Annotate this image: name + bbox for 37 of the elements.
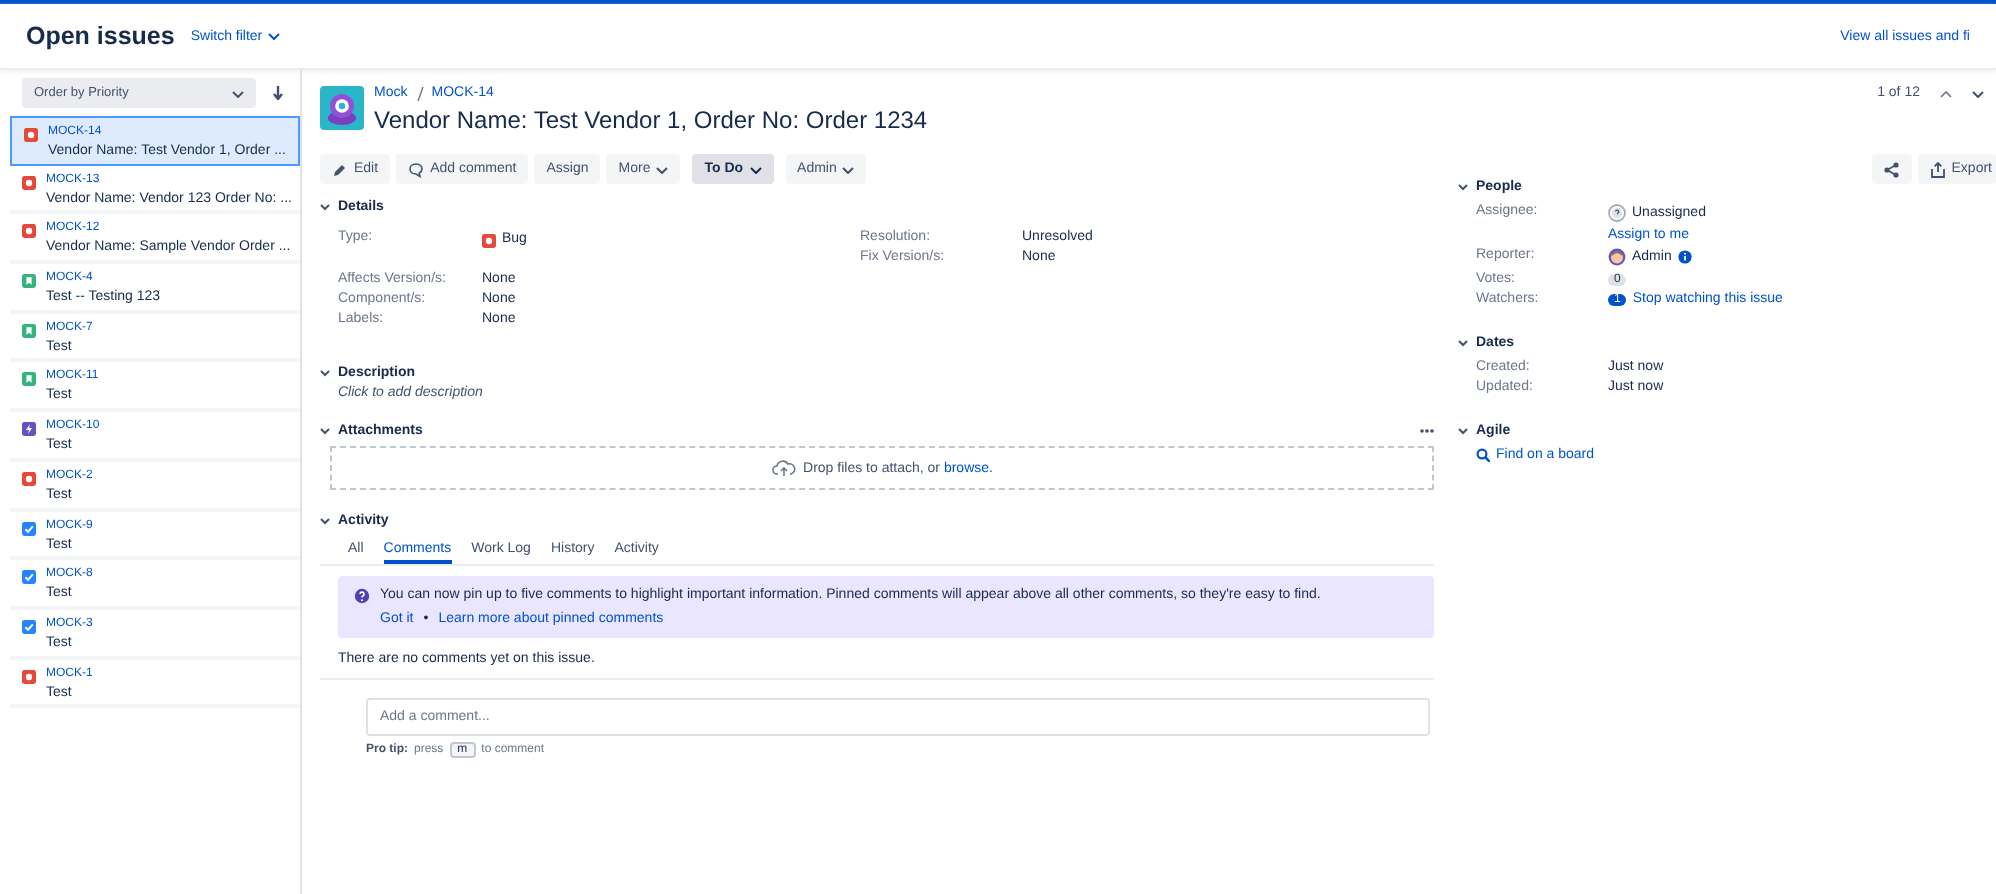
checkmark-icon bbox=[22, 570, 36, 585]
checkmark-icon bbox=[22, 619, 36, 634]
checkmark-icon bbox=[22, 521, 36, 535]
sort-arrow-icon bbox=[272, 86, 284, 100]
speech-bubble-icon bbox=[408, 161, 425, 177]
caret-icon bbox=[842, 165, 855, 173]
caret-icon bbox=[749, 165, 762, 173]
bug-icon bbox=[482, 234, 496, 248]
more-options-icon bbox=[1420, 427, 1434, 433]
share-button[interactable] bbox=[1871, 154, 1912, 184]
search-icon bbox=[1476, 448, 1490, 462]
pencil-icon bbox=[332, 161, 348, 177]
lightning-icon bbox=[22, 422, 36, 437]
bug-icon bbox=[22, 224, 36, 239]
info-icon bbox=[1677, 250, 1692, 264]
export-icon bbox=[1929, 161, 1946, 177]
bookmark-icon bbox=[22, 274, 36, 289]
next-icon bbox=[1972, 89, 1984, 97]
issue-title: Vendor Name: Test Vendor 1, Order No: Order 1234 bbox=[374, 106, 928, 134]
caret-icon bbox=[232, 89, 244, 97]
bug-icon bbox=[24, 128, 38, 142]
project-avatar-icon bbox=[320, 86, 364, 130]
bug-icon bbox=[22, 669, 36, 684]
bug-icon bbox=[22, 175, 36, 190]
caret-icon bbox=[656, 165, 669, 173]
bookmark-icon bbox=[22, 372, 36, 387]
caret-icon bbox=[268, 32, 281, 40]
share-icon bbox=[1883, 161, 1900, 177]
user-avatar-icon bbox=[1608, 248, 1626, 266]
help-icon bbox=[354, 588, 370, 604]
page-title: Open issues bbox=[26, 22, 175, 50]
previous-icon bbox=[1940, 89, 1952, 97]
cloud-upload-icon bbox=[771, 458, 796, 478]
unassigned-avatar-icon bbox=[1608, 204, 1626, 222]
bookmark-icon bbox=[22, 323, 36, 338]
bug-icon bbox=[22, 471, 36, 486]
slash-icon bbox=[415, 86, 424, 102]
